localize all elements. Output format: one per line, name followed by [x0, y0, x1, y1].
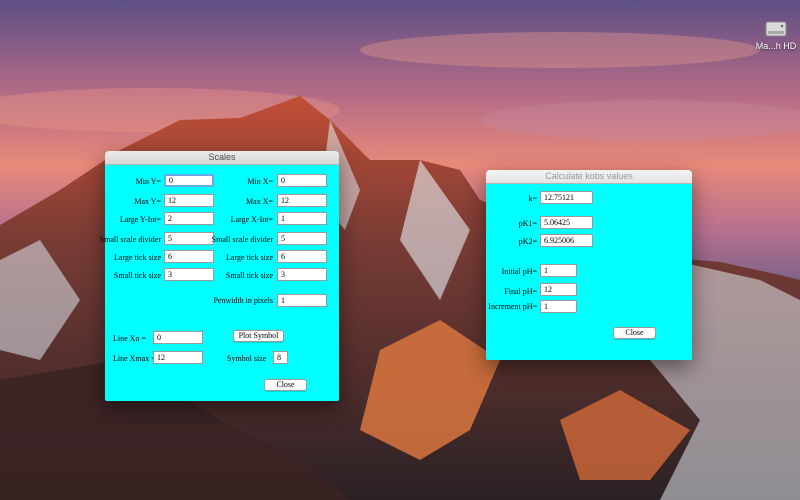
small-scale-divider-y-field[interactable]: 5: [164, 232, 214, 245]
scales-close-button[interactable]: Close: [264, 379, 307, 391]
max-y-label: Max Y=: [134, 197, 161, 206]
kobs-title[interactable]: Calculate kobs values: [486, 170, 692, 184]
pk2-field[interactable]: 6.925006: [540, 234, 593, 247]
final-ph-label: Final pH=: [504, 287, 537, 296]
initial-ph-label: Initial pH=: [501, 267, 537, 276]
line-xo-label: Line Xo =: [113, 334, 146, 343]
small-tick-size-y-label: Small tick size: [113, 271, 161, 280]
hard-drive-label: Ma...h HD: [755, 41, 797, 51]
scales-title[interactable]: Scales: [105, 151, 339, 165]
large-tick-size-x-field[interactable]: 6: [277, 250, 327, 263]
increment-ph-field[interactable]: 1: [540, 300, 577, 313]
penwidth-field[interactable]: 1: [277, 294, 327, 307]
k-field[interactable]: 12.75121: [540, 191, 593, 204]
initial-ph-field[interactable]: 1: [540, 264, 577, 277]
large-tick-size-x-label: Large tick size: [226, 253, 273, 262]
small-tick-size-x-field[interactable]: 3: [277, 268, 327, 281]
scales-window: Scales Min Y= 0 Max Y= 12 Large Y-Int= 2…: [100, 151, 339, 401]
plot-symbol-button[interactable]: Plot Symbol: [233, 330, 284, 342]
min-y-field[interactable]: 0: [164, 174, 214, 187]
max-x-field[interactable]: 12: [277, 194, 327, 207]
min-x-label: Min X=: [247, 177, 273, 186]
pk1-field[interactable]: 5.06425: [540, 216, 593, 229]
min-x-field[interactable]: 0: [277, 174, 327, 187]
large-x-int-field[interactable]: 1: [277, 212, 327, 225]
symbol-size-label: Symbol size: [227, 354, 267, 363]
large-y-int-field[interactable]: 2: [164, 212, 214, 225]
line-xmax-field[interactable]: 12: [153, 351, 203, 364]
small-scale-divider-x-label: Small scale divider: [211, 235, 273, 244]
increment-ph-label: Increment pH=: [488, 302, 537, 311]
large-tick-size-y-label: Large tick size: [114, 253, 161, 262]
large-y-int-label: Large Y-Int=: [119, 215, 161, 224]
min-y-label: Min Y=: [135, 177, 161, 186]
small-tick-size-y-field[interactable]: 3: [164, 268, 214, 281]
symbol-size-field[interactable]: 8: [273, 351, 288, 364]
final-ph-field[interactable]: 12: [540, 283, 577, 296]
penwidth-label: Penwidth in pixels: [213, 296, 273, 305]
max-x-label: Max X=: [246, 197, 273, 206]
kobs-window: Calculate kobs values k= 12.75121 pK1= 5…: [486, 170, 692, 360]
large-x-int-label: Large X-Int=: [230, 215, 273, 224]
line-xo-field[interactable]: 0: [153, 331, 203, 344]
pk1-label: pK1=: [518, 219, 537, 228]
hard-drive-desktop-item[interactable]: Ma...h HD: [752, 20, 800, 51]
line-xmax-label: Line Xmax =: [113, 354, 156, 363]
kobs-close-button[interactable]: Close: [613, 327, 656, 339]
large-tick-size-y-field[interactable]: 6: [164, 250, 214, 263]
k-label: k=: [528, 194, 537, 203]
max-y-field[interactable]: 12: [164, 194, 214, 207]
pk2-label: pK2=: [518, 237, 537, 246]
small-scale-divider-y-label: Small scale divider: [99, 235, 161, 244]
small-tick-size-x-label: Small tick size: [225, 271, 273, 280]
hard-drive-icon: [765, 20, 787, 38]
small-scale-divider-x-field[interactable]: 5: [277, 232, 327, 245]
